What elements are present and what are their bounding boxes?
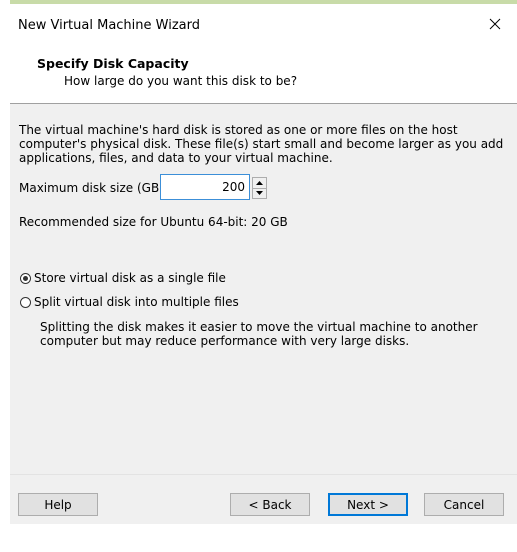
radio-dot	[23, 275, 28, 281]
close-icon	[489, 18, 501, 30]
wizard-content: The virtual machine's hard disk is store…	[10, 104, 517, 474]
disk-size-spinner	[252, 177, 267, 199]
split-description: Splitting the disk makes it easier to mo…	[40, 320, 478, 348]
cancel-button[interactable]: Cancel	[424, 493, 504, 516]
disk-description: The virtual machine's hard disk is store…	[19, 123, 504, 165]
arrow-up-icon	[256, 181, 263, 185]
recommended-size-text: Recommended size for Ubuntu 64-bit: 20 G…	[19, 215, 288, 229]
wizard-window: New Virtual Machine Wizard Specify Disk …	[0, 0, 517, 552]
radio-split-files-label: Split virtual disk into multiple files	[34, 295, 239, 309]
page-subtitle: How large do you want this disk to be?	[64, 74, 298, 88]
radio-button-unselected[interactable]	[20, 296, 31, 308]
radio-button-selected[interactable]	[20, 272, 31, 284]
radio-single-file-label: Store virtual disk as a single file	[34, 271, 226, 285]
wizard-footer: Help < Back Next > Cancel	[10, 474, 517, 524]
arrow-down-icon	[256, 191, 263, 195]
window-title: New Virtual Machine Wizard	[18, 18, 200, 33]
help-button[interactable]: Help	[18, 493, 98, 516]
spin-down-button[interactable]	[253, 188, 266, 198]
disk-size-label: Maximum disk size (GB):	[19, 181, 168, 195]
radio-split-files[interactable]: Split virtual disk into multiple files	[20, 294, 239, 310]
radio-single-file[interactable]: Store virtual disk as a single file	[20, 270, 226, 286]
wizard-header: Specify Disk Capacity How large do you w…	[0, 44, 517, 101]
disk-size-input[interactable]	[160, 174, 250, 200]
back-button[interactable]: < Back	[230, 493, 310, 516]
next-button[interactable]: Next >	[328, 493, 408, 516]
close-button[interactable]	[473, 4, 517, 44]
page-title: Specify Disk Capacity	[37, 56, 189, 71]
title-bar: New Virtual Machine Wizard	[0, 4, 517, 44]
